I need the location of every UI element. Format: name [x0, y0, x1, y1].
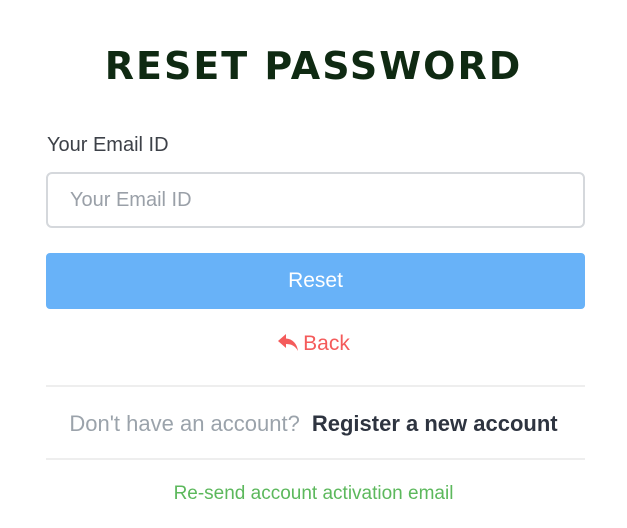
divider	[46, 385, 585, 387]
register-link[interactable]: Register a new account	[312, 411, 558, 436]
page-title: RESET PASSWORD	[104, 44, 523, 88]
register-row: Don't have an account? Register a new acc…	[0, 410, 627, 438]
back-link-label: Back	[303, 332, 350, 355]
register-prompt: Don't have an account?	[69, 411, 300, 436]
reset-password-page: RESET PASSWORD Your Email ID Reset Back …	[0, 0, 627, 528]
resend-activation-link[interactable]: Re-send account activation email	[0, 481, 627, 507]
reply-arrow-icon	[278, 334, 299, 351]
email-label: Your Email ID	[47, 134, 169, 156]
divider	[46, 458, 585, 460]
reset-button[interactable]: Reset	[46, 253, 585, 309]
email-input[interactable]	[46, 172, 585, 228]
back-link[interactable]: Back	[0, 330, 627, 358]
